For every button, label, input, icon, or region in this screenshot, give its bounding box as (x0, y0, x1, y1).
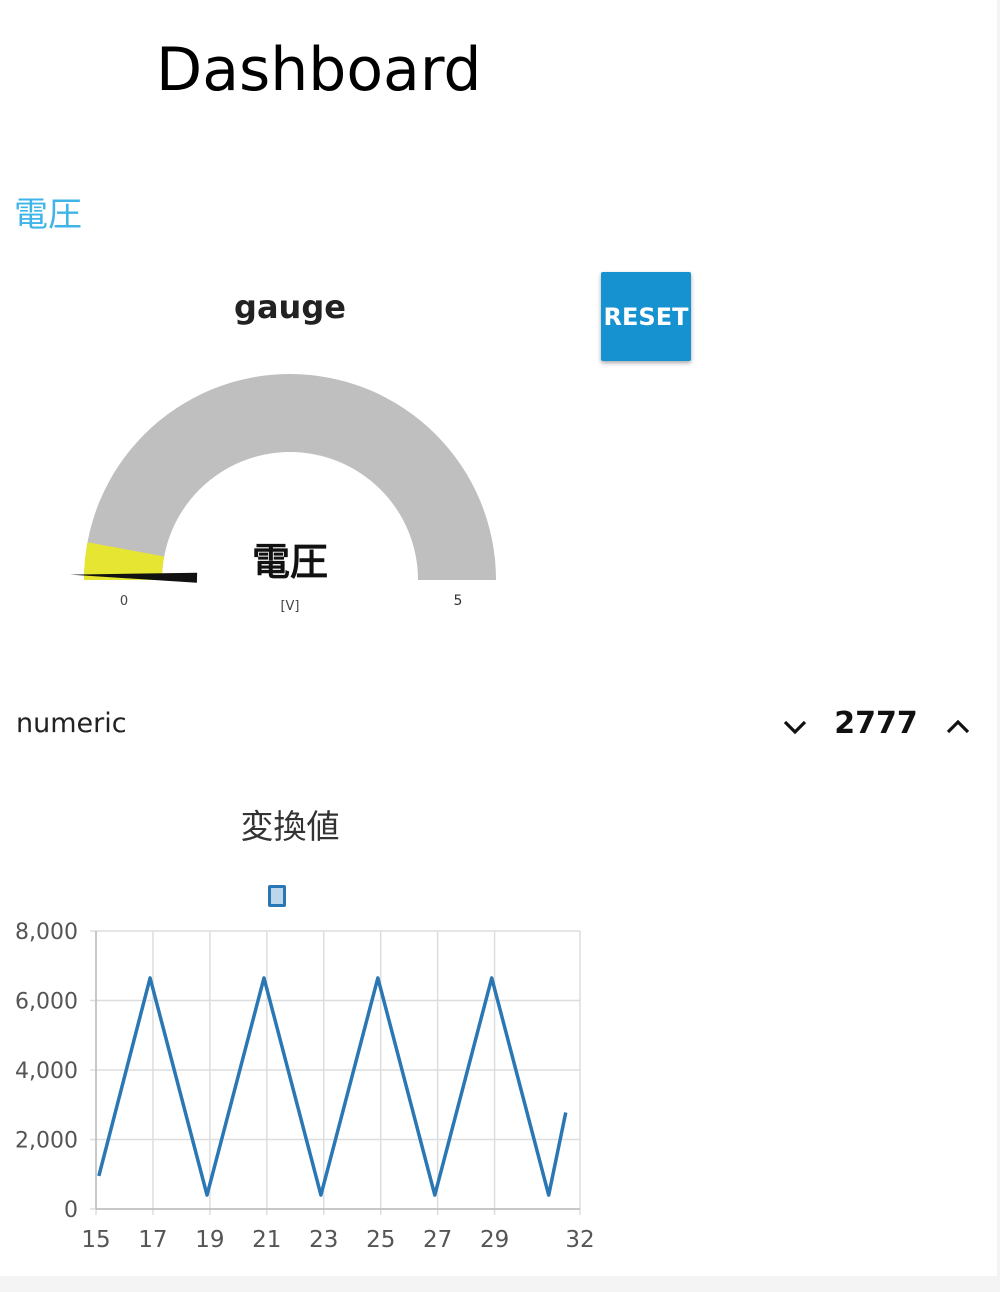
gauge-label: 電圧 (252, 540, 328, 584)
x-tick-label: 19 (195, 1227, 224, 1253)
x-tick-label: 32 (565, 1227, 594, 1253)
chart-title: 変換値 (240, 807, 340, 846)
group-title: 電圧 (14, 195, 82, 235)
reset-button[interactable]: RESET (601, 272, 691, 361)
gauge-unit: [V] (280, 599, 299, 614)
x-tick-label: 27 (423, 1227, 452, 1253)
series-line (97, 976, 568, 1197)
gauge-max-label: 5 (454, 593, 463, 609)
page-title: Dashboard (156, 35, 482, 105)
numeric-value: 2777 (834, 706, 918, 741)
gauge-title: gauge (234, 288, 346, 326)
x-tick-label: 21 (252, 1227, 281, 1253)
y-tick-label: 6,000 (15, 990, 78, 1015)
chevron-down-icon (783, 720, 807, 735)
numeric-widget: numeric 2777 (0, 700, 1000, 754)
numeric-label: numeric (16, 708, 127, 739)
y-tick-label: 8,000 (15, 920, 78, 945)
chart-legend-swatch[interactable] (268, 885, 286, 907)
bottom-bar (0, 1276, 1000, 1292)
x-tick-label: 15 (81, 1227, 110, 1253)
x-tick-label: 25 (366, 1227, 395, 1253)
x-tick-label: 29 (480, 1227, 509, 1253)
line-chart: 15 17 19 21 23 25 27 29 32 0 2,000 4,000 6,000 8,000 (15, 920, 595, 1253)
x-tick-label: 17 (138, 1227, 167, 1253)
numeric-decrement-button[interactable] (770, 700, 820, 754)
y-tick-label: 2,000 (15, 1129, 78, 1154)
y-tick-label: 4,000 (15, 1059, 78, 1084)
gauge-min-label: 0 (120, 594, 128, 609)
numeric-increment-button[interactable] (933, 700, 983, 754)
chevron-up-icon (946, 719, 970, 734)
x-tick-label: 23 (309, 1227, 338, 1253)
voltage-gauge: 電圧 [V] 0 5 (70, 374, 496, 614)
y-tick-label: 0 (64, 1198, 78, 1223)
